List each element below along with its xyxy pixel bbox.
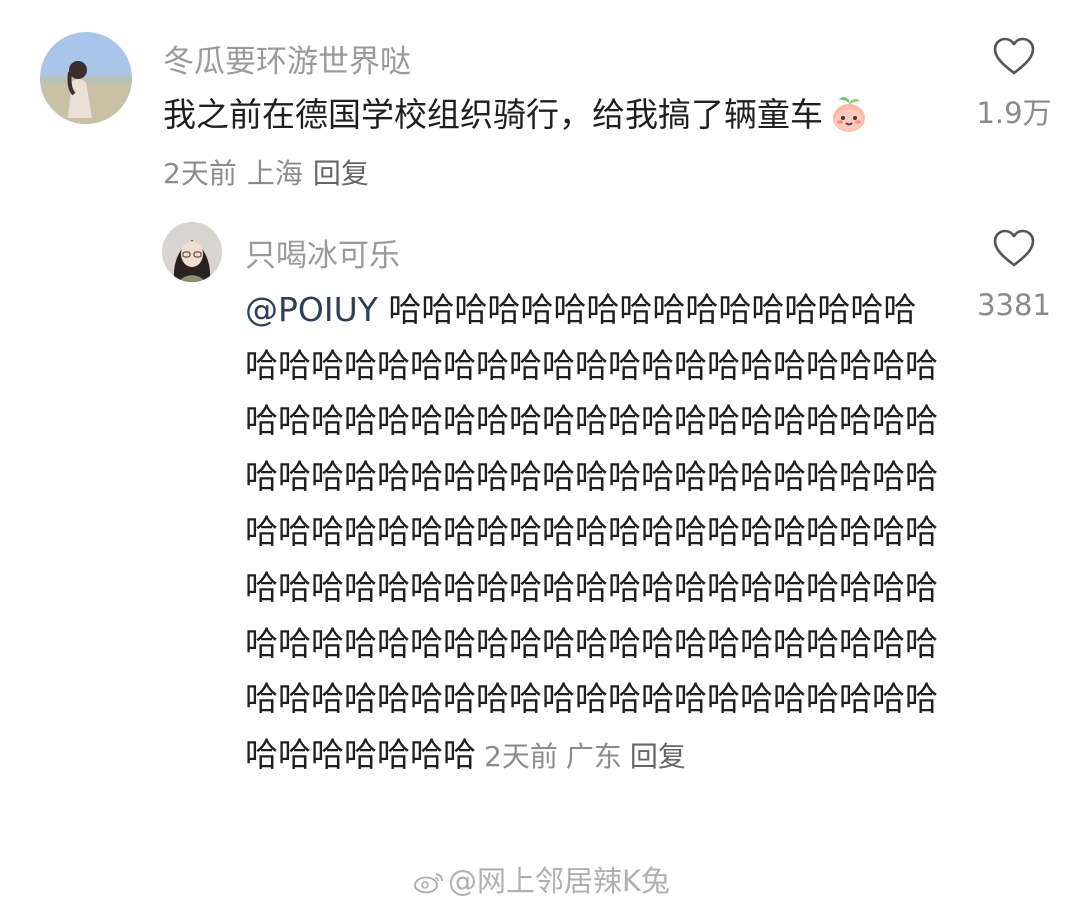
comment-time: 2天前	[163, 157, 237, 190]
comment-text: 我之前在德国学校组织骑行，给我搞了辆童车	[163, 88, 869, 136]
username[interactable]: 冬瓜要环游世界哒	[163, 36, 411, 81]
reply-meta: 2天前 广东 回复	[484, 740, 694, 773]
like-control: 3381	[966, 228, 1062, 322]
watermark-text: @网上邻居辣K兔	[448, 864, 671, 898]
reply-button[interactable]: 回复	[630, 740, 686, 773]
heart-icon[interactable]	[992, 36, 1036, 76]
comment-meta: 2天前 上海 回复	[163, 152, 379, 192]
avatar[interactable]	[162, 222, 222, 282]
weibo-logo-icon	[414, 873, 443, 894]
like-count: 1.9万	[976, 96, 1052, 130]
like-count: 3381	[977, 288, 1051, 322]
peach-face-emoji-icon	[829, 94, 869, 134]
watermark: @网上邻居辣K兔	[414, 858, 670, 900]
avatar[interactable]	[40, 32, 132, 124]
reply-button[interactable]: 回复	[313, 157, 369, 190]
mention-link[interactable]: @POIUY	[245, 290, 378, 329]
reply-location: 广东	[565, 739, 622, 773]
reply-text: @POIUY 哈哈哈哈哈哈哈哈哈哈哈哈哈哈哈哈哈哈哈哈哈哈哈哈哈哈哈哈哈哈哈哈哈…	[245, 282, 945, 784]
reply-content: 哈哈哈哈哈哈哈哈哈哈哈哈哈哈哈哈哈哈哈哈哈哈哈哈哈哈哈哈哈哈哈哈哈哈哈哈哈哈哈哈…	[245, 290, 938, 774]
heart-icon[interactable]	[992, 228, 1036, 268]
reply-time: 2天前	[484, 739, 558, 773]
username[interactable]: 只喝冰可乐	[245, 230, 400, 275]
like-control: 1.9万	[966, 36, 1062, 132]
comment-location: 上海	[246, 157, 303, 190]
